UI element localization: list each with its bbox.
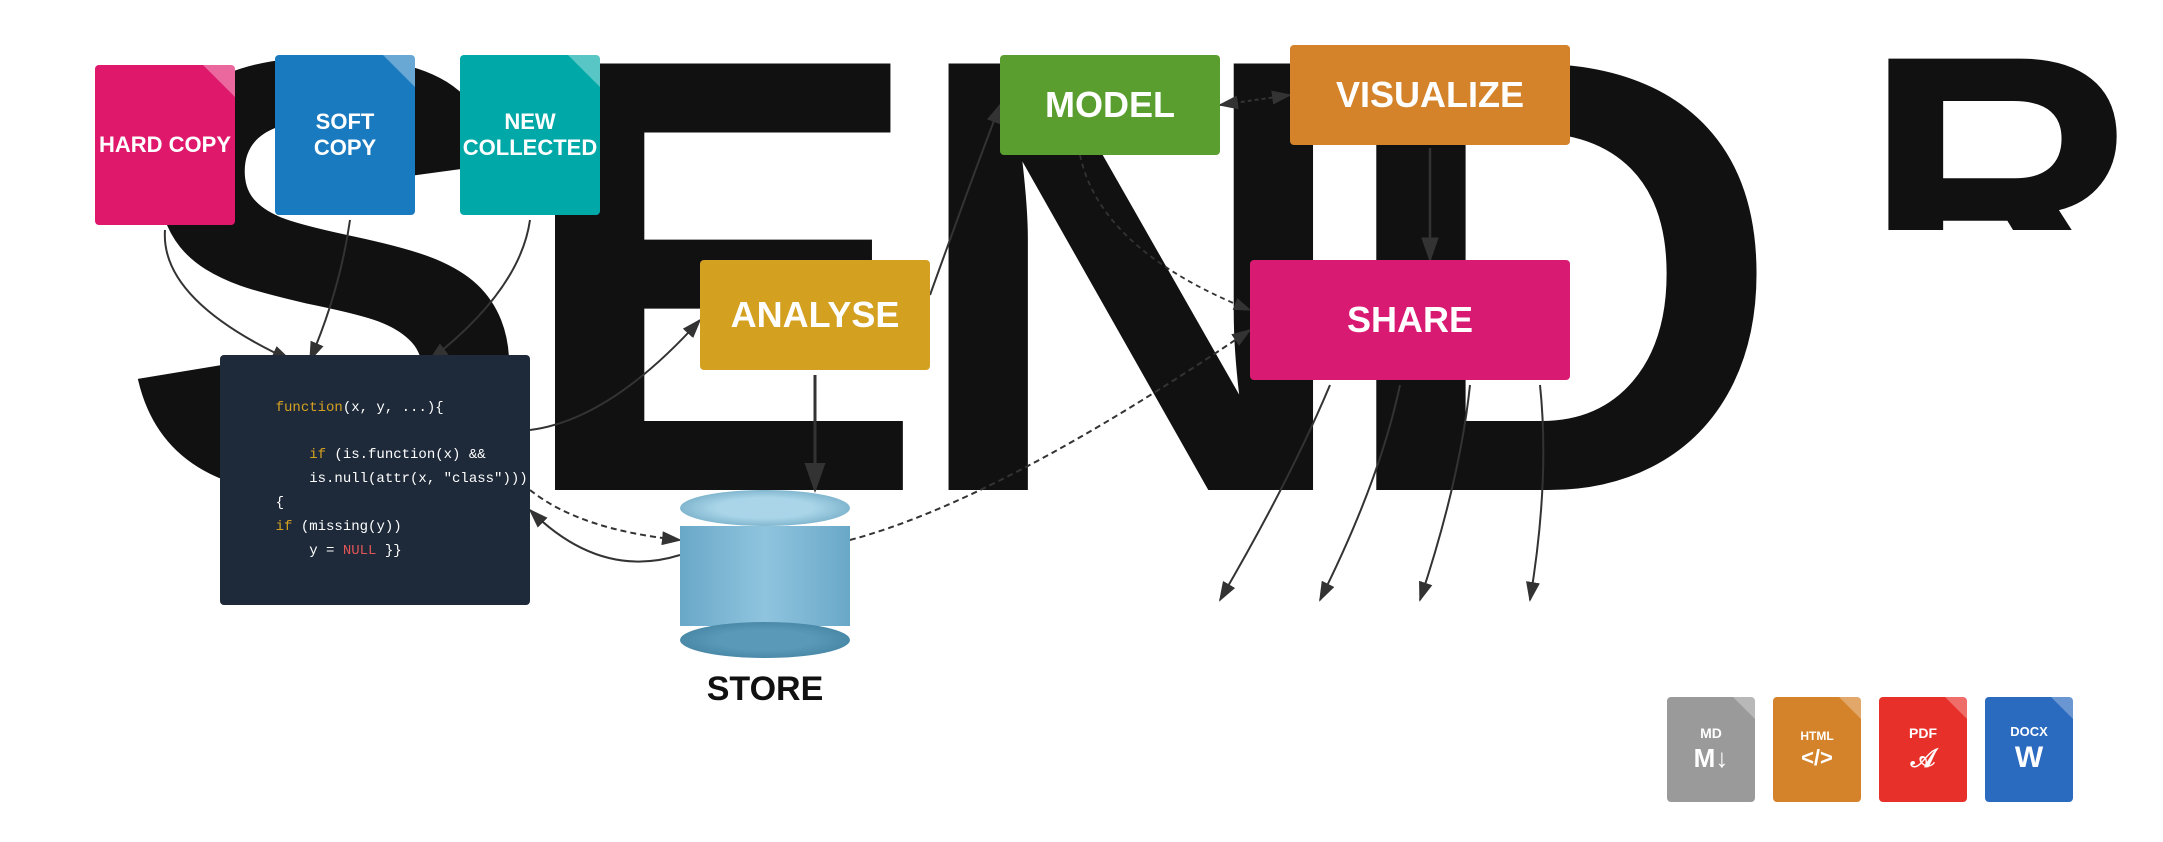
store-container: STORE	[680, 490, 850, 709]
store-cylinder	[680, 490, 850, 662]
html-symbol: </>	[1801, 745, 1833, 771]
md-icon-body: MD M↓	[1667, 697, 1755, 802]
soft-copy-document: SOFTCOPY	[275, 55, 415, 215]
cylinder-top	[680, 490, 850, 526]
analyse-box: ANALYSE	[700, 260, 930, 370]
store-label: STORE	[680, 670, 850, 709]
visualize-label: VISUALIZE	[1336, 75, 1524, 115]
docx-format-icon: DOCX W	[1985, 697, 2073, 802]
docx-icon-body: DOCX W	[1985, 697, 2073, 802]
cylinder-bottom	[680, 622, 850, 658]
new-collected-document: NEWCOLLECTED	[460, 55, 600, 215]
pdf-format-icon: PDF 𝒜	[1879, 697, 1967, 802]
docx-top-label: DOCX	[2010, 724, 2048, 739]
docx-symbol: W	[2015, 741, 2043, 775]
pdf-corner-fold	[1945, 697, 1967, 719]
code-block: function(x, y, ...){ if (is.function(x) …	[220, 355, 530, 605]
format-icons-container: MD M↓ HTML </> PDF 𝒜	[1667, 697, 2073, 802]
pdf-top-label: PDF	[1909, 725, 1937, 741]
model-label: MODEL	[1045, 85, 1175, 125]
code-content: function(x, y, ...){ if (is.function(x) …	[242, 373, 508, 587]
docx-corner-fold	[2051, 697, 2073, 719]
md-symbol: M↓	[1694, 743, 1729, 774]
background-r-text: R	[1863, 0, 2163, 230]
visualize-box: VISUALIZE	[1290, 45, 1570, 145]
md-top-label: MD	[1700, 725, 1722, 741]
pdf-symbol: 𝒜	[1911, 743, 1936, 775]
md-format-icon: MD M↓	[1667, 697, 1755, 802]
hard-copy-label: HARD COPY	[99, 132, 231, 158]
html-top-label: HTML	[1800, 729, 1833, 743]
cylinder-body	[680, 526, 850, 626]
new-collected-label: NEWCOLLECTED	[463, 109, 597, 162]
html-icon-body: HTML </>	[1773, 697, 1861, 802]
html-format-icon: HTML </>	[1773, 697, 1861, 802]
analyse-label: ANALYSE	[731, 295, 900, 335]
hard-copy-document: HARD COPY	[95, 65, 235, 225]
share-label: SHARE	[1347, 300, 1473, 340]
html-corner-fold	[1839, 697, 1861, 719]
share-box: SHARE	[1250, 260, 1570, 380]
soft-copy-label: SOFTCOPY	[314, 109, 376, 162]
md-corner-fold	[1733, 697, 1755, 719]
pdf-icon-body: PDF 𝒜	[1879, 697, 1967, 802]
model-box: MODEL	[1000, 55, 1220, 155]
